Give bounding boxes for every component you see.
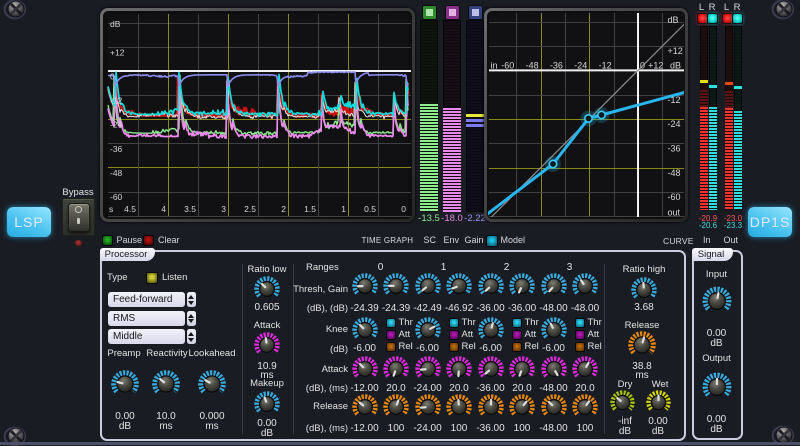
svg-text:-60: -60 <box>110 192 123 202</box>
svg-text:s: s <box>109 204 113 214</box>
svg-text:-36: -36 <box>668 143 681 153</box>
svg-text:-48: -48 <box>110 168 123 178</box>
svg-text:0: 0 <box>110 72 115 82</box>
svg-text:dB: dB <box>670 61 681 71</box>
svg-text:-12: -12 <box>599 61 612 71</box>
svg-text:2.5: 2.5 <box>244 204 256 214</box>
svg-text:dB: dB <box>110 19 121 29</box>
svg-text:4.5: 4.5 <box>124 204 136 214</box>
svg-text:3: 3 <box>221 204 226 214</box>
svg-text:out: out <box>668 208 681 218</box>
svg-text:-12: -12 <box>110 96 123 106</box>
svg-text:-48: -48 <box>526 61 539 71</box>
svg-text:dB: dB <box>668 15 679 25</box>
svg-text:1.5: 1.5 <box>304 204 316 214</box>
svg-text:-60: -60 <box>501 61 514 71</box>
svg-text:+12: +12 <box>648 61 663 71</box>
svg-text:-12: -12 <box>668 95 681 105</box>
svg-text:0: 0 <box>401 204 406 214</box>
svg-text:-24: -24 <box>668 119 681 129</box>
svg-text:-48: -48 <box>668 168 681 178</box>
svg-text:4: 4 <box>161 204 166 214</box>
svg-text:in: in <box>491 61 498 71</box>
svg-text:-24: -24 <box>574 61 587 71</box>
svg-text:-60: -60 <box>668 192 681 202</box>
svg-text:1: 1 <box>341 204 346 214</box>
svg-text:3.5: 3.5 <box>184 204 196 214</box>
svg-text:+12: +12 <box>110 47 125 57</box>
svg-text:0: 0 <box>640 61 645 71</box>
svg-text:2: 2 <box>281 204 286 214</box>
svg-text:-36: -36 <box>550 61 563 71</box>
svg-text:0.5: 0.5 <box>364 204 376 214</box>
svg-text:-24: -24 <box>110 120 123 130</box>
svg-text:-36: -36 <box>110 144 123 154</box>
svg-text:+12: +12 <box>668 46 683 56</box>
